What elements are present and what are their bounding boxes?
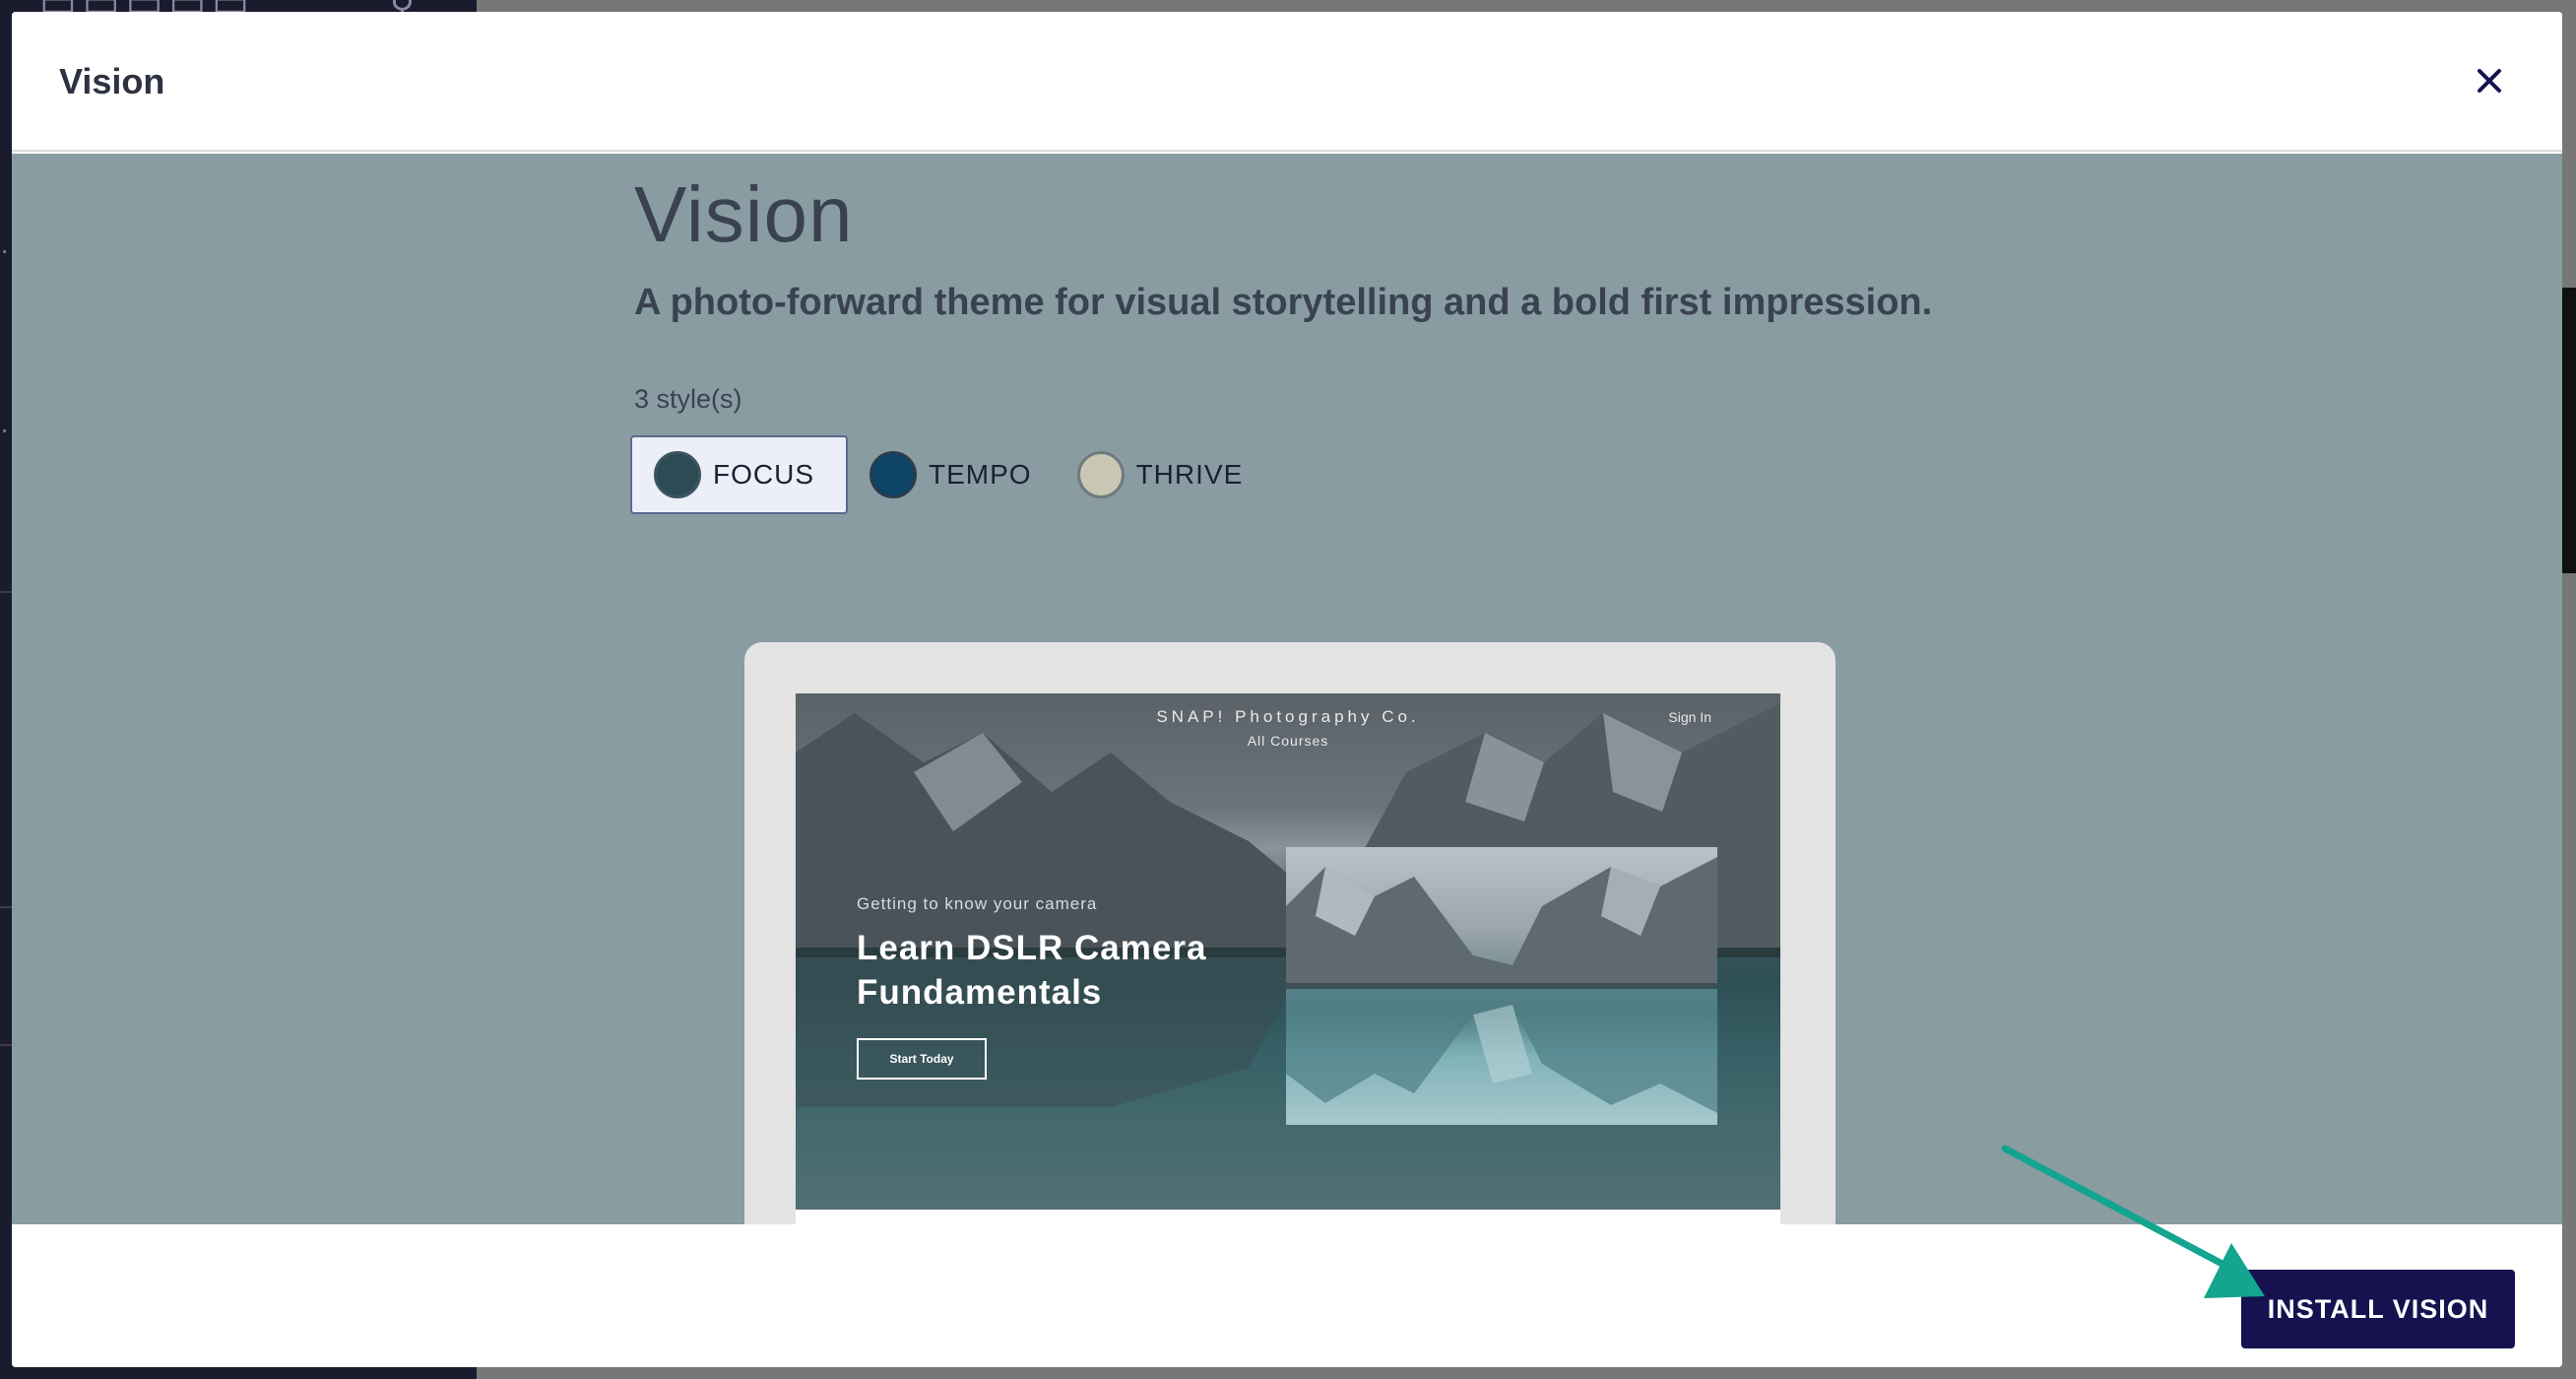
preview-headline: Learn DSLR Camera Fundamentals [857, 929, 1207, 1012]
close-button[interactable] [2470, 61, 2509, 100]
style-option-thrive[interactable]: THRIVE [1065, 435, 1267, 514]
install-theme-button[interactable]: INSTALL VISION [2241, 1270, 2515, 1348]
preview-lake-photo [1286, 847, 1717, 1125]
color-swatch [1076, 451, 1125, 498]
color-swatch [654, 451, 701, 498]
style-label: THRIVE [1135, 459, 1244, 490]
theme-preview-screenshot: SNAP! Photography Co. All Courses Sign I… [796, 693, 1780, 1210]
sidebar-item: · [0, 414, 10, 444]
theme-preview-modal: Vision Vision A photo-forward theme for … [12, 12, 2562, 1367]
modal-header: Vision [12, 12, 2562, 152]
style-options: FOCUS TEMPO THRIVE [630, 435, 1276, 514]
style-label: FOCUS [713, 459, 814, 490]
style-option-focus[interactable]: FOCUS [630, 435, 848, 514]
close-icon [2478, 69, 2501, 93]
preview-cta-button: Start Today [857, 1038, 987, 1080]
preview-eyebrow: Getting to know your camera [857, 894, 1098, 913]
preview-nav-courses: All Courses [1247, 733, 1329, 749]
sidebar-item: · [0, 234, 10, 265]
modal-footer: INSTALL VISION [12, 1224, 2562, 1367]
modal-body[interactable]: Vision A photo-forward theme for visual … [12, 154, 2562, 1236]
preview-brand: SNAP! Photography Co. [1156, 707, 1420, 726]
style-label: TEMPO [929, 459, 1032, 490]
preview-sign-in: Sign In [1668, 709, 1711, 725]
theme-preview-frame: SNAP! Photography Co. All Courses Sign I… [744, 642, 1835, 1236]
color-swatch [869, 451, 917, 498]
lake-reflection-image [1286, 857, 1717, 1113]
style-count: 3 style(s) [634, 384, 742, 414]
theme-name: Vision [634, 170, 854, 258]
modal-title: Vision [59, 61, 165, 101]
style-option-tempo[interactable]: TEMPO [858, 435, 1056, 514]
theme-description: A photo-forward theme for visual storyte… [634, 282, 1933, 323]
